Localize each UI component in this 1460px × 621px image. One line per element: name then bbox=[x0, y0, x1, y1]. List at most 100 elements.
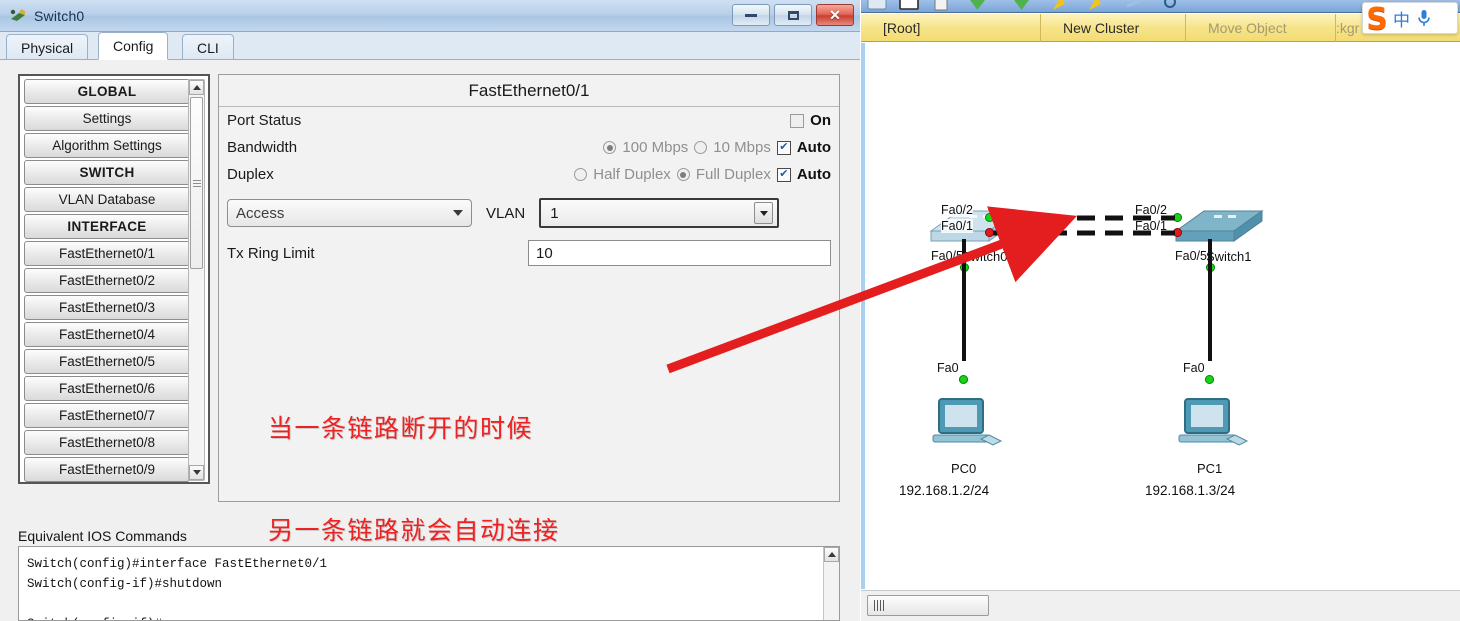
grip-icon bbox=[192, 178, 201, 189]
tx-ring-limit-row: Tx Ring Limit 10 bbox=[219, 228, 839, 266]
interface-title: FastEthernet0/1 bbox=[219, 75, 839, 107]
zoom-out-icon[interactable] bbox=[1083, 0, 1109, 13]
maximize-button[interactable] bbox=[774, 4, 812, 26]
scroll-down-arrow-icon[interactable] bbox=[189, 465, 204, 480]
bandwidth-auto-checkbox[interactable]: ✔ bbox=[776, 140, 791, 155]
vlan-label: VLAN bbox=[486, 204, 526, 222]
inspect-icon[interactable] bbox=[1159, 0, 1185, 13]
tx-ring-limit-label: Tx Ring Limit bbox=[227, 244, 315, 262]
duplex-auto-checkbox[interactable]: ✔ bbox=[776, 167, 791, 182]
duplex-label: Duplex bbox=[227, 166, 274, 183]
copy-icon[interactable] bbox=[931, 0, 957, 13]
ios-commands-text: Switch(config)#interface FastEthernet0/1… bbox=[27, 556, 328, 621]
bandwidth-label: Bandwidth bbox=[227, 139, 298, 156]
microphone-icon[interactable] bbox=[1416, 9, 1432, 27]
duplex-half-radio[interactable] bbox=[574, 168, 588, 181]
grip-icon bbox=[874, 597, 886, 615]
bandwidth-10mbps-radio[interactable] bbox=[694, 141, 708, 154]
nav-item-algorithm-settings[interactable]: Algorithm Settings bbox=[24, 133, 190, 158]
nav-item-fastethernet0-6[interactable]: FastEthernet0/6 bbox=[24, 376, 190, 401]
undo-icon[interactable] bbox=[965, 0, 991, 13]
nav-item-fastethernet0-1[interactable]: FastEthernet0/1 bbox=[24, 241, 190, 266]
sogou-ime-bar[interactable]: S 中 bbox=[1362, 2, 1458, 35]
nav-item-vlan-database[interactable]: VLAN Database bbox=[24, 187, 190, 212]
nav-item-fastethernet0-8[interactable]: FastEthernet0/8 bbox=[24, 430, 190, 455]
bandwidth-100mbps-label: 100 Mbps bbox=[622, 139, 689, 156]
vlan-select[interactable]: 1 bbox=[539, 198, 780, 228]
nav-item-fastethernet0-3[interactable]: FastEthernet0/3 bbox=[24, 295, 190, 320]
nav-item-switch[interactable]: SWITCH bbox=[24, 160, 190, 185]
duplex-auto-label: Auto bbox=[796, 166, 831, 183]
ios-scroll-up-arrow-icon[interactable] bbox=[824, 547, 839, 562]
pc1-ip-label: 192.168.1.3/24 bbox=[1145, 483, 1236, 498]
canvas-hscroll-thumb[interactable] bbox=[867, 595, 989, 616]
tab-physical[interactable]: Physical bbox=[6, 34, 89, 60]
switchport-mode-value: Access bbox=[236, 204, 285, 222]
tab-strip: Physical Config CLI bbox=[0, 32, 860, 60]
cluster-new-cluster-button[interactable]: New Cluster bbox=[1041, 13, 1186, 42]
duplex-full-radio[interactable] bbox=[676, 168, 690, 181]
redo-icon[interactable] bbox=[1009, 0, 1035, 13]
nav-item-fastethernet0-4[interactable]: FastEthernet0/4 bbox=[24, 322, 190, 347]
port-status-on-label: On bbox=[810, 112, 831, 129]
duplex-full-label: Full Duplex bbox=[695, 166, 771, 183]
tx-ring-limit-value: 10 bbox=[536, 244, 553, 262]
duplex-row: Duplex Half Duplex Full Duplex ✔ Auto bbox=[219, 161, 839, 188]
switchport-mode-row: Access VLAN 1 bbox=[219, 188, 839, 228]
topology-canvas[interactable]: Switch0 Fa0/2 Fa0/1 Fa0/5 Switch1 Fa0/2 … bbox=[861, 43, 1460, 589]
cluster-move-object-button[interactable]: Move Object bbox=[1186, 13, 1336, 42]
window-controls: ✕ bbox=[732, 4, 854, 26]
chevron-down-icon bbox=[453, 210, 463, 216]
topology-links bbox=[962, 215, 1212, 361]
nav-scrollbar[interactable] bbox=[188, 79, 205, 481]
nav-item-global[interactable]: GLOBAL bbox=[24, 79, 190, 104]
nav-item-fastethernet0-9[interactable]: FastEthernet0/9 bbox=[24, 457, 190, 482]
close-button[interactable]: ✕ bbox=[816, 4, 854, 26]
equivalent-ios-commands-label: Equivalent IOS Commands bbox=[18, 528, 187, 544]
print-icon[interactable] bbox=[897, 0, 923, 13]
config-content-pane: GLOBAL Settings Algorithm Settings SWITC… bbox=[0, 60, 860, 621]
annotation-line-1: 当一条链路断开的时候 bbox=[268, 414, 534, 443]
port-status-label: Port Status bbox=[227, 112, 302, 129]
palette-icon[interactable] bbox=[1123, 0, 1153, 13]
annotation-line-2: 另一条链路就会自动连接 bbox=[268, 516, 560, 545]
cluster-root-button[interactable]: [Root] bbox=[861, 13, 1041, 42]
pc1-link-status-dot bbox=[1205, 375, 1214, 384]
pc1-device-icon[interactable] bbox=[1173, 395, 1253, 457]
nav-item-fastethernet0-7[interactable]: FastEthernet0/7 bbox=[24, 403, 190, 428]
nav-item-fastethernet0-2[interactable]: FastEthernet0/2 bbox=[24, 268, 190, 293]
bandwidth-100mbps-radio[interactable] bbox=[603, 141, 617, 154]
bandwidth-10mbps-label: 10 Mbps bbox=[713, 139, 771, 156]
port-status-checkbox[interactable] bbox=[790, 113, 805, 128]
zoom-in-icon[interactable] bbox=[1047, 0, 1073, 13]
tab-config[interactable]: Config bbox=[98, 32, 169, 60]
mouse-cursor-icon bbox=[1010, 240, 1026, 261]
scroll-up-arrow-icon[interactable] bbox=[189, 80, 204, 95]
vlan-value: 1 bbox=[550, 204, 559, 222]
pc0-link-status-dot bbox=[959, 375, 968, 384]
nav-item-interface[interactable]: INTERFACE bbox=[24, 214, 190, 239]
packet-tracer-workspace: [Root] New Cluster Move Object :kgr Swit… bbox=[861, 0, 1460, 621]
switchport-mode-select[interactable]: Access bbox=[227, 199, 472, 227]
nav-item-fastethernet0-5[interactable]: FastEthernet0/5 bbox=[24, 349, 190, 374]
pc0-fa0-port-label: Fa0 bbox=[937, 361, 959, 375]
sogou-logo-icon[interactable]: S bbox=[1357, 3, 1397, 37]
pc0-ip-label: 192.168.1.2/24 bbox=[899, 483, 990, 498]
open-folder-icon[interactable] bbox=[865, 0, 891, 13]
canvas-horizontal-scrollbar[interactable] bbox=[861, 590, 1460, 621]
ios-console-scrollbar[interactable] bbox=[823, 547, 839, 620]
duplex-half-label: Half Duplex bbox=[593, 166, 671, 183]
device-nav-list: GLOBAL Settings Algorithm Settings SWITC… bbox=[24, 79, 190, 482]
switch-config-window: Switch0 ✕ Physical Config CLI GLOBAL Set… bbox=[0, 0, 860, 621]
device-nav-panel: GLOBAL Settings Algorithm Settings SWITC… bbox=[18, 74, 210, 484]
nav-scrollbar-thumb[interactable] bbox=[190, 97, 203, 269]
ios-commands-console[interactable]: Switch(config)#interface FastEthernet0/1… bbox=[18, 546, 840, 621]
window-titlebar[interactable]: Switch0 ✕ bbox=[0, 0, 860, 32]
pc0-device-icon[interactable] bbox=[927, 395, 1007, 457]
packet-tracer-switch-icon bbox=[8, 6, 28, 26]
vlan-dropdown-button[interactable] bbox=[754, 202, 774, 224]
tab-cli[interactable]: CLI bbox=[182, 34, 234, 60]
tx-ring-limit-input[interactable]: 10 bbox=[528, 240, 831, 266]
minimize-button[interactable] bbox=[732, 4, 770, 26]
nav-item-settings[interactable]: Settings bbox=[24, 106, 190, 131]
